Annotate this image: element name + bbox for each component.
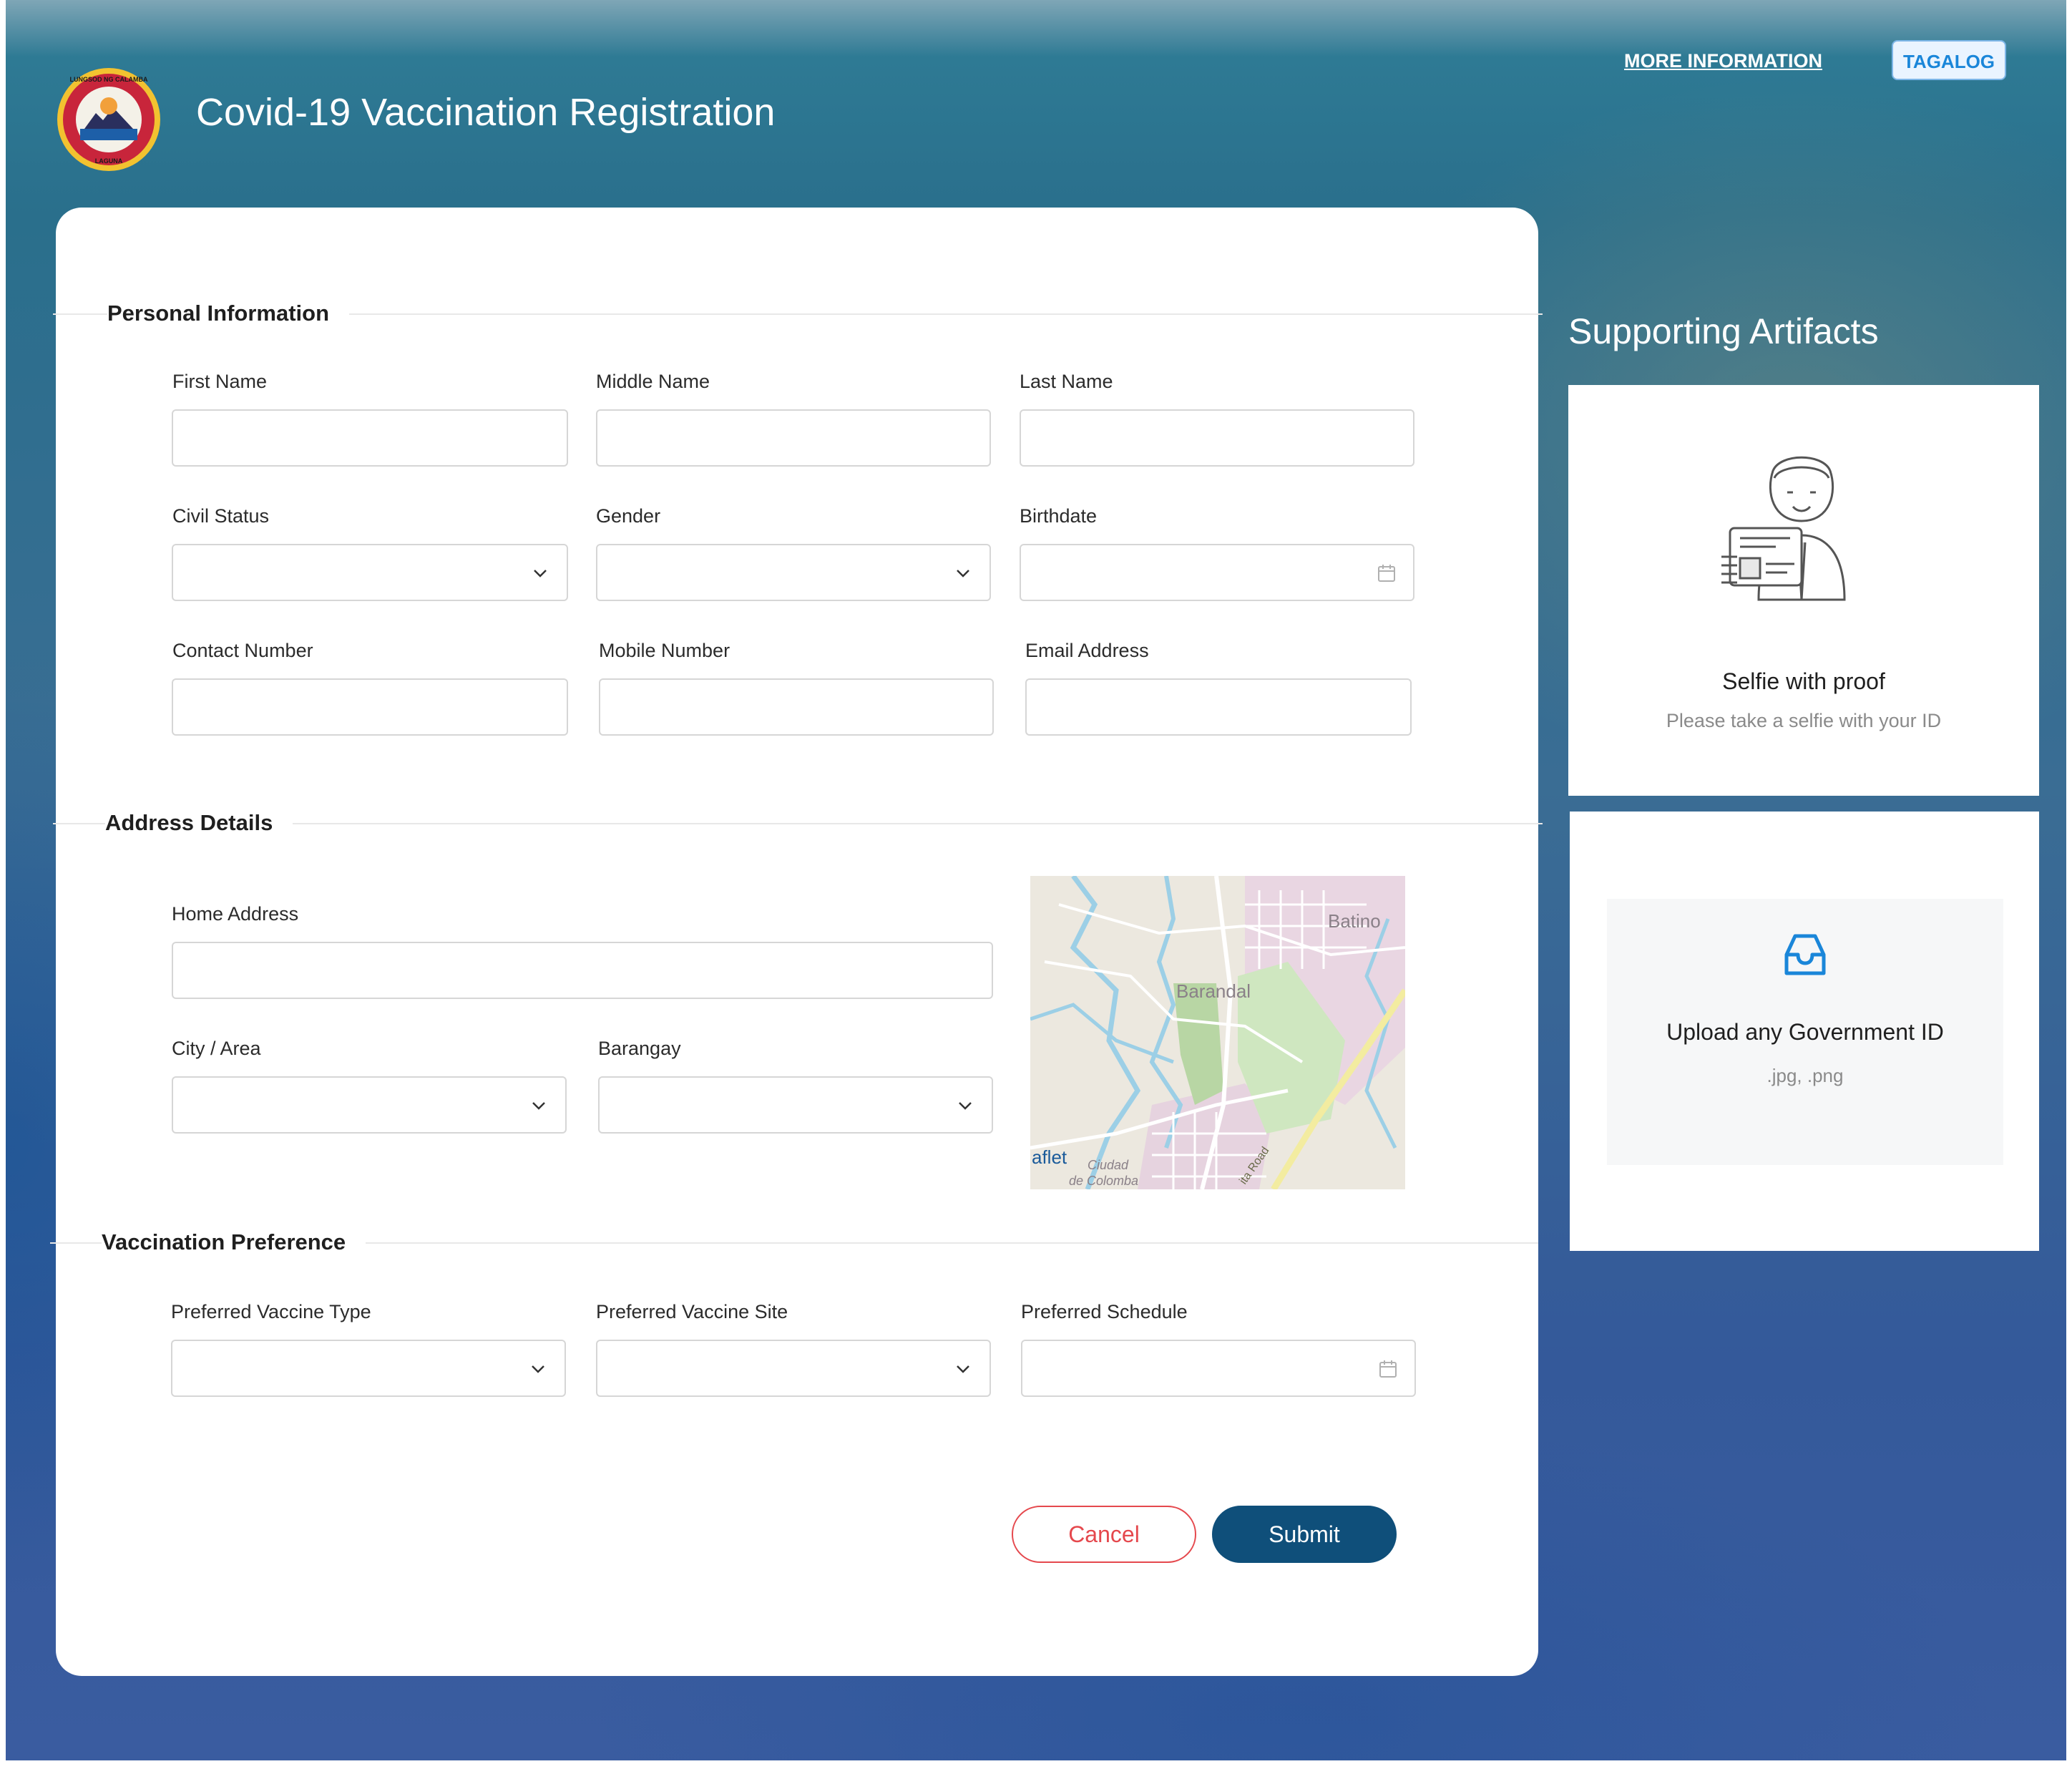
email-address-label: Email Address <box>1025 640 1149 661</box>
schedule-picker[interactable] <box>1021 1340 1416 1397</box>
vaccine-type-select[interactable] <box>171 1340 566 1397</box>
selfie-upload-card[interactable] <box>1568 385 2039 796</box>
section-title-address-details: Address Details <box>105 810 293 836</box>
svg-text:Ciudad: Ciudad <box>1088 1158 1129 1172</box>
more-information-link[interactable]: MORE INFORMATION <box>1624 50 1822 72</box>
birthdate-label: Birthdate <box>1020 505 1098 527</box>
mobile-number-field[interactable] <box>599 678 994 736</box>
svg-text:aflet: aflet <box>1032 1146 1067 1168</box>
mobile-number-label: Mobile Number <box>599 640 730 661</box>
first-name-label: First Name <box>172 371 268 392</box>
mobile-number-input[interactable] <box>600 680 992 734</box>
schedule-label: Preferred Schedule <box>1021 1301 1188 1322</box>
svg-text:Barandal: Barandal <box>1176 980 1251 1002</box>
last-name-label: Last Name <box>1020 371 1113 392</box>
chevron-down-icon <box>532 1365 544 1373</box>
city-seal-logo: LUNGSOD NG CALAMBA LAGUNA <box>52 66 166 173</box>
address-map[interactable]: Batino Barandal aflet Ciudad de Colomba … <box>1030 876 1405 1189</box>
contact-number-input[interactable] <box>173 680 567 734</box>
barangay-select[interactable] <box>598 1076 993 1134</box>
upload-file-types: .jpg, .png <box>1766 1065 1844 1086</box>
middle-name-label: Middle Name <box>596 371 710 392</box>
chevron-down-icon <box>532 1102 545 1110</box>
selfie-title: Selfie with proof <box>1722 668 1885 694</box>
person-with-id-icon <box>1721 456 1846 601</box>
contact-number-field[interactable] <box>172 678 568 736</box>
contact-number-label: Contact Number <box>172 640 313 661</box>
civil-status-select[interactable] <box>172 544 568 601</box>
civil-status-label: Civil Status <box>172 505 270 527</box>
svg-text:de Colomba: de Colomba <box>1069 1174 1138 1188</box>
home-address-label: Home Address <box>172 903 299 925</box>
vaccine-site-label: Preferred Vaccine Site <box>596 1301 788 1322</box>
svg-text:Batino: Batino <box>1328 910 1381 932</box>
gender-label: Gender <box>596 505 661 527</box>
chevron-down-icon <box>957 1365 969 1373</box>
email-address-field[interactable] <box>1025 678 1412 736</box>
first-name-field[interactable] <box>172 409 568 467</box>
email-address-input[interactable] <box>1027 680 1410 734</box>
government-id-dropzone[interactable]: Upload any Government ID .jpg, .png <box>1607 899 2003 1165</box>
city-area-label: City / Area <box>172 1038 261 1059</box>
section-title-personal-information: Personal Information <box>107 301 350 326</box>
first-name-input[interactable] <box>173 411 567 465</box>
section-title-vaccination-preference: Vaccination Preference <box>102 1229 366 1255</box>
svg-text:LAGUNA: LAGUNA <box>95 157 123 165</box>
last-name-input[interactable] <box>1021 411 1413 465</box>
vaccine-site-select[interactable] <box>596 1340 991 1397</box>
submit-button[interactable]: Submit <box>1212 1506 1397 1563</box>
calendar-icon <box>1379 1360 1397 1378</box>
middle-name-field[interactable] <box>596 409 991 467</box>
svg-text:LUNGSOD NG CALAMBA: LUNGSOD NG CALAMBA <box>70 76 148 83</box>
selfie-subtitle: Please take a selfie with your ID <box>1666 710 1942 731</box>
page-title: Covid-19 Vaccination Registration <box>196 91 776 134</box>
supporting-artifacts-title: Supporting Artifacts <box>1568 311 1879 351</box>
city-area-select[interactable] <box>172 1076 567 1134</box>
birthdate-picker[interactable] <box>1020 544 1414 601</box>
gender-select[interactable] <box>596 544 991 601</box>
barangay-label: Barangay <box>598 1038 681 1059</box>
home-address-input[interactable] <box>173 943 992 998</box>
last-name-field[interactable] <box>1020 409 1414 467</box>
calendar-icon <box>1378 565 1395 582</box>
chevron-down-icon <box>957 570 969 578</box>
middle-name-input[interactable] <box>597 411 989 465</box>
vaccine-type-label: Preferred Vaccine Type <box>171 1301 371 1322</box>
home-address-field[interactable] <box>172 942 993 999</box>
inbox-icon <box>1784 934 1826 975</box>
chevron-down-icon <box>534 570 547 578</box>
chevron-down-icon <box>959 1102 972 1110</box>
upload-title: Upload any Government ID <box>1666 1019 1944 1045</box>
language-toggle-button[interactable]: TAGALOG <box>1892 40 2006 80</box>
cancel-button[interactable]: Cancel <box>1012 1506 1196 1563</box>
